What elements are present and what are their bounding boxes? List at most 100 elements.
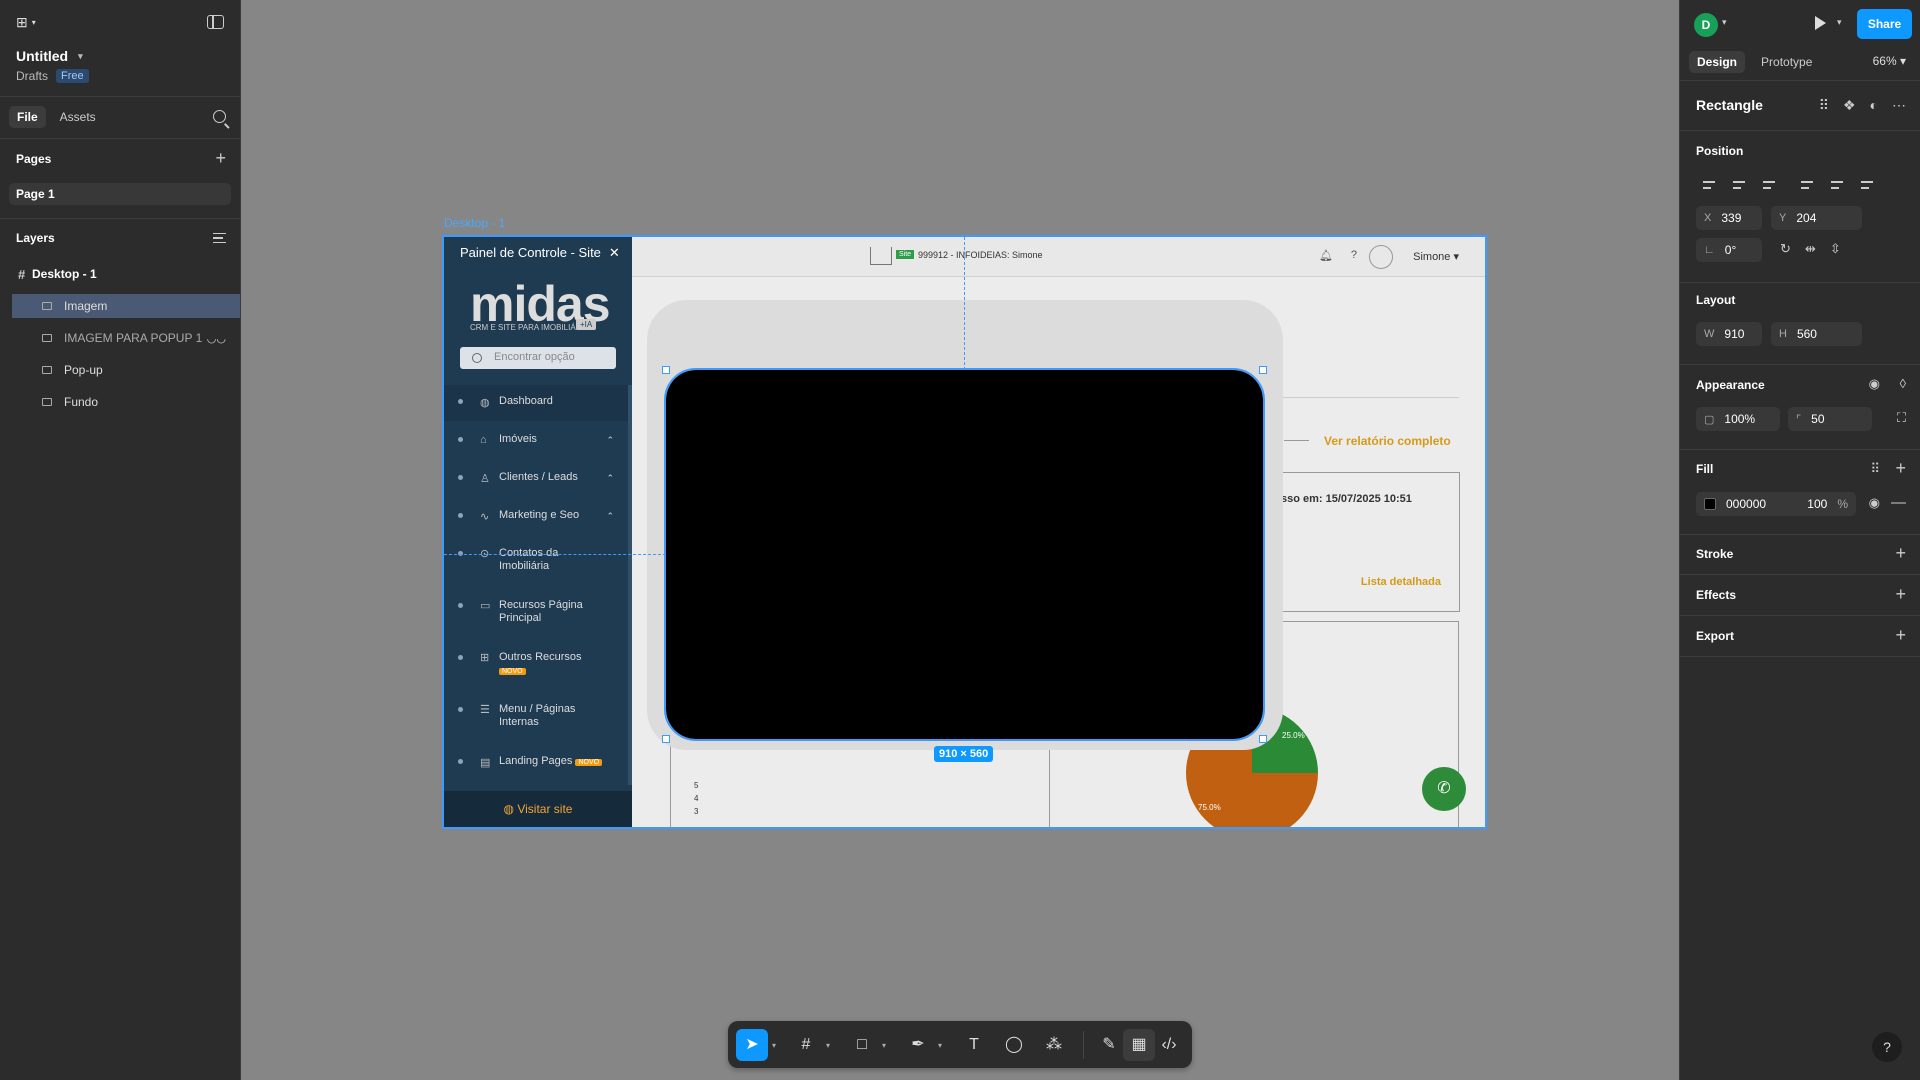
resize-handle[interactable] — [1259, 735, 1267, 743]
help-icon: ? — [1350, 249, 1357, 261]
layers-list-icon[interactable] — [213, 233, 226, 243]
align-top-icon[interactable] — [1794, 175, 1820, 197]
help-icon[interactable]: ? — [1872, 1032, 1902, 1062]
y-label: Y — [1779, 212, 1787, 224]
tab-design[interactable]: Design — [1689, 51, 1746, 73]
rectangle-tool-icon[interactable]: □ — [846, 1029, 878, 1061]
remove-fill-icon[interactable]: — — [1891, 494, 1906, 511]
search-icon[interactable] — [213, 110, 226, 123]
pages-heading: Pages — [16, 152, 52, 166]
angle-icon: ∟ — [1704, 244, 1715, 256]
styles-grid-icon[interactable]: ⠿ — [1870, 461, 1880, 477]
align-left-icon[interactable] — [1696, 175, 1722, 197]
avatar[interactable]: D — [1694, 13, 1718, 37]
draw-tool-icon[interactable]: ✎ — [1093, 1029, 1125, 1061]
bullet-icon — [458, 437, 463, 442]
component-icon[interactable]: ❖ — [1843, 97, 1856, 114]
left-panel: ⊞ ▾ Untitled ▾ Drafts Free File Assets Page… — [0, 0, 241, 1080]
text-tool-icon[interactable]: T — [958, 1029, 990, 1061]
width-field[interactable]: W 910 — [1696, 322, 1762, 346]
menu-item-marketing: ∿ Marketing e Seo ⌃ — [444, 509, 632, 523]
grid-icon[interactable]: ⠿ — [1819, 97, 1829, 114]
chevron-up-icon: ⌃ — [606, 511, 614, 521]
tab-prototype[interactable]: Prototype — [1753, 51, 1820, 73]
chevron-down-icon: ▾ — [78, 50, 83, 61]
site-topbar: Site 999912 - INFOIDEIAS: Simone 🔔︎ ? Si… — [632, 237, 1485, 277]
figma-logo-icon: ⊞ — [16, 14, 28, 30]
align-center-v-icon[interactable] — [1824, 175, 1850, 197]
divider — [0, 218, 240, 219]
fill-field[interactable]: 000000 100 % — [1696, 492, 1856, 516]
sidebar-toggle-icon[interactable] — [207, 15, 224, 29]
fill-swatch[interactable] — [1704, 498, 1716, 510]
add-fill-icon[interactable]: + — [1895, 459, 1906, 477]
user-name: Simone — [1413, 251, 1451, 263]
chevron-down-icon[interactable]: ▾ — [882, 1041, 886, 1050]
resize-handle[interactable] — [662, 366, 670, 374]
align-right-icon[interactable] — [1756, 175, 1782, 197]
sidebar-title-text: Painel de Controle - Site — [460, 245, 601, 260]
frame-tool-icon[interactable]: # — [790, 1029, 822, 1061]
chevron-down-icon[interactable]: ▾ — [938, 1041, 942, 1050]
rotation-field[interactable]: ∟ 0° — [1696, 238, 1762, 262]
add-page-icon[interactable]: + — [215, 149, 226, 167]
dev-mode-icon[interactable]: ‹/› — [1153, 1029, 1185, 1061]
pen-tool-icon[interactable]: ✒ — [902, 1029, 934, 1061]
x-field[interactable]: X 339 — [1696, 206, 1762, 230]
add-stroke-icon[interactable]: + — [1895, 544, 1906, 562]
more-icon[interactable]: ⋯ — [1892, 97, 1906, 114]
add-export-icon[interactable]: + — [1895, 626, 1906, 644]
menu-label: Contatos da Imobiliária — [499, 547, 559, 572]
selected-image-rectangle[interactable] — [664, 368, 1265, 741]
add-effect-icon[interactable]: + — [1895, 585, 1906, 603]
layer-pop-up[interactable]: Pop-up — [12, 358, 240, 382]
menu-label: Outros Recursos — [499, 651, 582, 663]
chevron-down-icon[interactable]: ▾ — [772, 1041, 776, 1050]
independent-corners-icon[interactable]: ⛶ — [1897, 410, 1906, 426]
page-item[interactable]: Page 1 — [9, 183, 231, 205]
eye-icon[interactable]: ◉ — [1869, 376, 1880, 392]
play-icon[interactable] — [1815, 16, 1826, 30]
flip-horizontal-icon[interactable]: ⇹ — [1805, 241, 1816, 257]
comment-tool-icon[interactable]: ◯ — [998, 1029, 1030, 1061]
blend-mode-icon[interactable]: ◊ — [1900, 376, 1906, 391]
chevron-down-icon[interactable]: ▾ — [826, 1041, 830, 1050]
chevron-down-icon[interactable]: ▾ — [1837, 17, 1842, 28]
design-mode-icon[interactable]: ▦ — [1123, 1029, 1155, 1061]
align-bottom-icon[interactable] — [1854, 175, 1880, 197]
eye-closed-icon[interactable]: ◡◡ — [207, 332, 226, 345]
layer-fundo[interactable]: Fundo — [12, 390, 240, 414]
tab-file[interactable]: File — [9, 106, 46, 128]
flip-vertical-icon[interactable]: ⇳ — [1830, 241, 1841, 257]
height-field[interactable]: H 560 — [1771, 322, 1862, 346]
mask-icon[interactable]: ◐ — [1870, 97, 1878, 114]
layer-imagem[interactable]: Imagem — [12, 294, 240, 318]
share-button[interactable]: Share — [1857, 9, 1912, 39]
eye-icon[interactable]: ◉ — [1869, 495, 1880, 511]
resize-handle[interactable] — [662, 735, 670, 743]
opacity-field[interactable]: ▢ 100% — [1696, 407, 1780, 431]
tab-assets[interactable]: Assets — [52, 106, 104, 128]
y-field[interactable]: Y 204 — [1771, 206, 1862, 230]
drafts-label[interactable]: Drafts — [16, 69, 48, 83]
rotate-icon[interactable]: ↻ — [1780, 241, 1791, 257]
stroke-heading: Stroke — [1696, 547, 1734, 561]
w-value: 910 — [1724, 327, 1745, 341]
align-center-h-icon[interactable] — [1726, 175, 1752, 197]
x-label: X — [1704, 212, 1712, 224]
file-title[interactable]: Untitled ▾ — [16, 48, 83, 64]
main-menu-button[interactable]: ⊞ ▾ — [16, 14, 36, 31]
move-tool-icon[interactable]: ➤ — [736, 1029, 768, 1061]
resize-handle[interactable] — [1259, 366, 1267, 374]
corner-radius-field[interactable]: ⌜ 50 — [1788, 407, 1872, 431]
bullet-icon — [458, 603, 463, 608]
layer-desktop-1[interactable]: # Desktop - 1 — [12, 262, 240, 286]
home-icon: ⌂ — [480, 434, 487, 446]
layer-imagem-para-popup[interactable]: IMAGEM PARA POPUP 1 ◡◡ — [12, 326, 240, 350]
zoom-dropdown[interactable]: 66% ▾ — [1873, 54, 1906, 68]
frame-label[interactable]: Desktop - 1 — [444, 216, 505, 230]
bullet-icon — [458, 655, 463, 660]
chevron-down-icon[interactable]: ▾ — [1722, 17, 1727, 28]
y-value: 204 — [1796, 211, 1817, 225]
actions-tool-icon[interactable]: ⁂ — [1038, 1029, 1070, 1061]
